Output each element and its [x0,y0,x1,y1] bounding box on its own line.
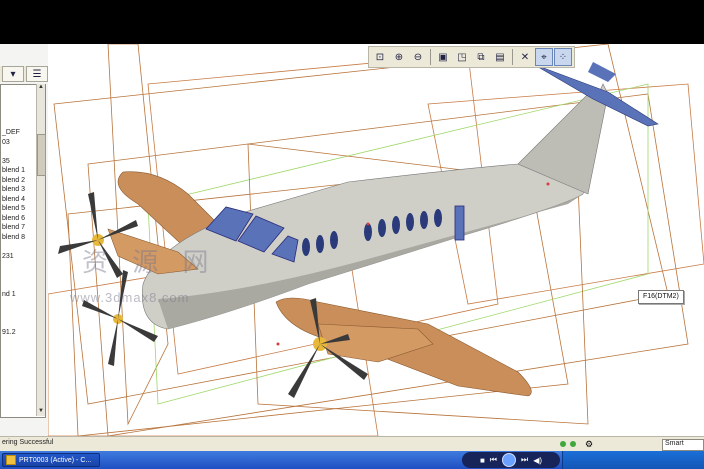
tree-item[interactable]: blend 7 [2,224,25,231]
screen-black-top [0,0,704,44]
tree-item[interactable]: 231 [2,253,14,260]
system-tray [562,451,704,469]
prev-icon[interactable]: ⏮ [490,455,497,465]
app-icon [6,455,16,465]
tree-item[interactable]: nd 1 [2,291,16,298]
tree-columns-icon[interactable]: ☰ [26,66,48,82]
tree-item[interactable]: _DEF [2,129,20,136]
status-led-icon [560,441,566,447]
stabilizer-tip [588,62,616,82]
repaint-icon[interactable]: ▣ [434,48,452,66]
orient-icon[interactable]: ◳ [453,48,471,66]
model-tree-scrollbar[interactable]: ▲ ▼ [36,84,46,416]
zoom-fit-icon[interactable]: ⊡ [371,48,389,66]
model-tree-toolbar: ▾ ☰ [0,66,50,82]
cabin-door [454,205,465,241]
datum-axes-icon[interactable]: ⌖ [535,48,553,66]
datum-label-tooltip: F16(DTM2) [638,290,684,304]
datum-points-icon[interactable]: ⁘ [554,48,572,66]
watermark-url: www.3dmax8.com [70,290,190,305]
selection-filter[interactable]: Smart [662,439,704,451]
status-bar: ering Successful ⚙ Smart [0,436,704,452]
taskbar-button[interactable]: PRT0003 (Active) - C... [2,453,100,467]
application-window: ▾ ☰ _DEF 03 35 blend 1 blend 2 blend 3 blend 4… [0,44,704,452]
media-controls: ■ ⏮ ⏭ ◀) [462,452,560,468]
volume-icon[interactable]: ◀) [533,456,542,465]
play-icon[interactable] [502,453,516,467]
tree-item[interactable]: blend 5 [2,205,25,212]
graphics-viewport[interactable]: ⊡ ⊕ ⊖ ▣ ◳ ⧉ ▤ ✕ ⌖ ⁘ 资 源 网 www.3dmax8.com F16(DTM2… [48,44,704,436]
status-message: ering Successful [2,439,54,446]
regenerate-icon[interactable]: ⚙ [585,439,593,450]
scroll-thumb[interactable] [37,134,46,176]
stop-icon[interactable]: ■ [480,456,485,465]
taskbar-label: PRT0003 (Active) - C... [19,456,92,464]
model-canvas [48,44,704,436]
tree-item[interactable]: blend 6 [2,215,25,222]
view-toolbar: ⊡ ⊕ ⊖ ▣ ◳ ⧉ ▤ ✕ ⌖ ⁘ [368,46,575,68]
next-icon[interactable]: ⏭ [521,455,528,465]
tree-item[interactable]: 03 [2,139,10,146]
tree-item[interactable]: blend 3 [2,186,25,193]
watermark-text: 资 源 网 [82,248,217,278]
scroll-up-icon[interactable]: ▲ [37,84,45,92]
zoom-in-icon[interactable]: ⊕ [390,48,408,66]
tree-item[interactable]: 35 [2,158,10,165]
scroll-down-icon[interactable]: ▼ [37,408,45,416]
zoom-out-icon[interactable]: ⊖ [409,48,427,66]
tree-item[interactable]: blend 8 [2,234,25,241]
toolbar-separator [512,49,513,65]
tree-item[interactable]: blend 1 [2,167,25,174]
status-led-icon [570,441,576,447]
windows-taskbar: PRT0003 (Active) - C... ■ ⏮ ⏭ ◀) [0,451,704,469]
layers-icon[interactable]: ▤ [491,48,509,66]
tree-item[interactable]: blend 2 [2,177,25,184]
tree-item[interactable]: 91.2 [2,329,16,336]
saved-views-icon[interactable]: ⧉ [472,48,490,66]
tree-item[interactable]: blend 4 [2,196,25,203]
tree-settings-icon[interactable]: ▾ [2,66,24,82]
toolbar-separator [430,49,431,65]
datum-planes-icon[interactable]: ✕ [516,48,534,66]
